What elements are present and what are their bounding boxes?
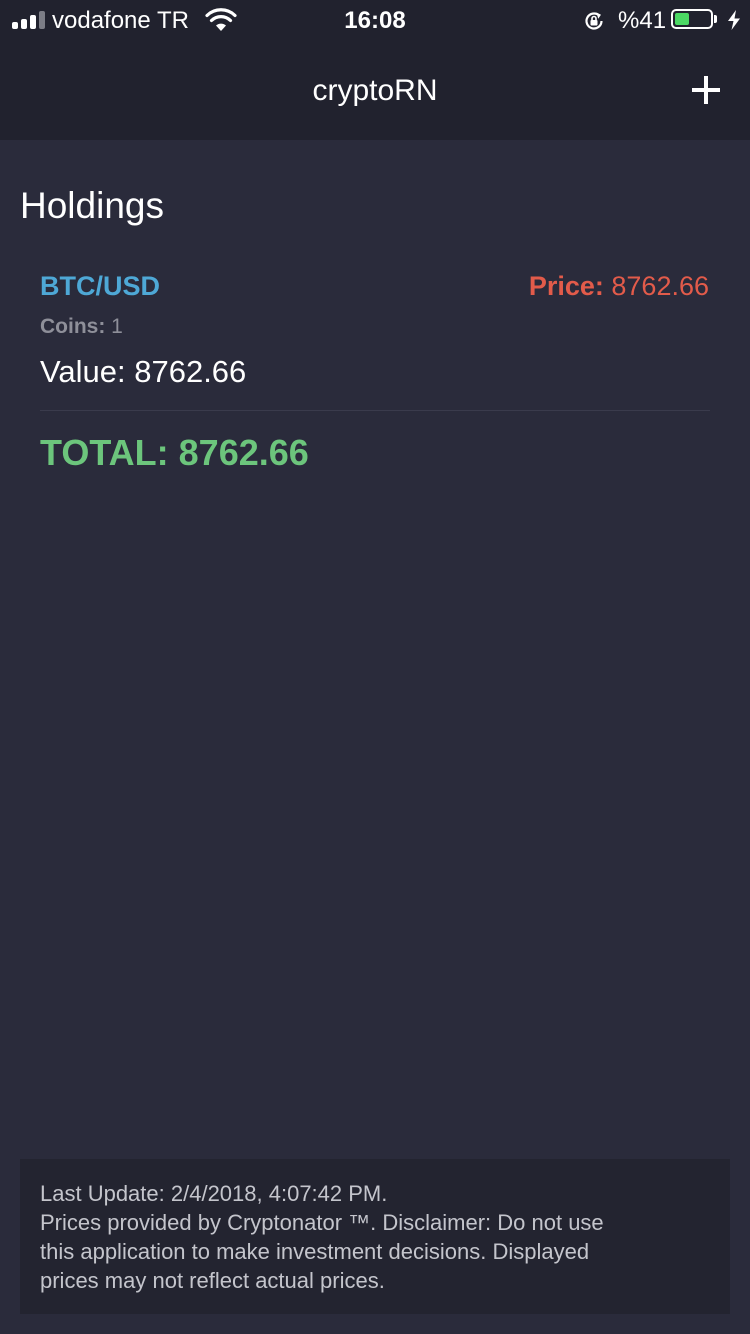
holdings-heading: Holdings [20,185,164,226]
price-value: 8762.66 [611,271,709,301]
status-bar: vodafone TR 16:08 %41 [0,0,750,40]
battery-tip [714,15,717,23]
coins-value: 1 [111,315,123,338]
disclaimer-line: this application to make investment deci… [40,1239,590,1264]
battery-icon [671,9,713,29]
holding-price: Price: 8762.66 [529,268,709,304]
last-update: Last Update: 2/4/2018, 4:07:42 PM. [40,1179,710,1208]
holding-value: Value: 8762.66 [40,350,246,394]
holding-coins: Coins: 1 [40,312,123,342]
holding-pair: BTC/USD [40,271,160,301]
plus-icon-vertical [704,76,708,104]
last-update-value: 2/4/2018, 4:07:42 PM. [170,1181,388,1206]
top-bar: vodafone TR 16:08 %41 cryptoRN [0,0,750,140]
value-label: Value: [40,354,126,389]
disclaimer-line: Prices provided by Cryptonator ™. Discla… [40,1210,604,1235]
rotation-lock-icon [585,12,603,30]
last-update-label: Last Update: [40,1181,165,1206]
total-label: TOTAL: [40,432,169,473]
battery-level-fill [675,13,689,25]
value-amount: 8762.66 [134,354,247,389]
coins-label: Coins: [40,315,106,338]
divider [40,410,710,411]
disclaimer-line: prices may not reflect actual prices. [40,1268,385,1293]
footer-disclaimer: Last Update: 2/4/2018, 4:07:42 PM. Price… [20,1159,730,1314]
charging-bolt-icon [728,10,740,30]
total-amount: 8762.66 [178,432,309,473]
price-label: Price: [528,271,604,301]
total-value: TOTAL: 8762.66 [40,430,309,476]
battery-percentage: %41 [618,7,667,34]
add-holding-button[interactable] [682,66,730,114]
app-title: cryptoRN [312,74,438,107]
